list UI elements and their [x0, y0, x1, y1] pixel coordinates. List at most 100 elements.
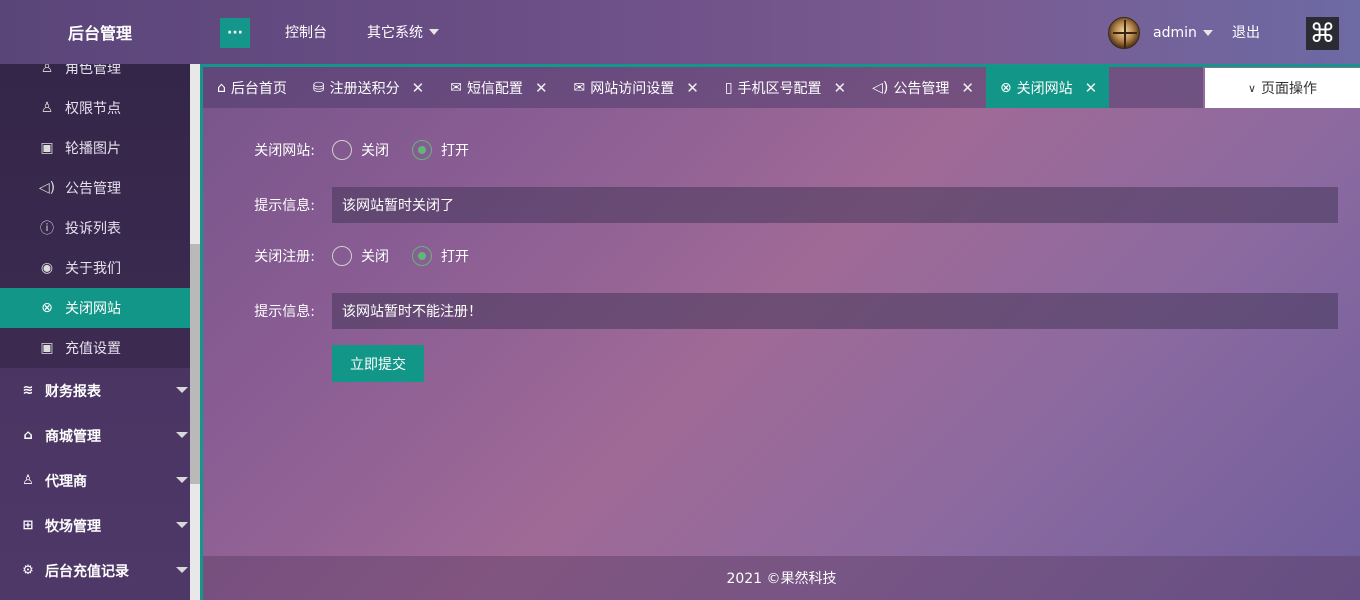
sidebar-group[interactable]: ⚙ 后台充值记录 — [0, 548, 190, 593]
radio-circle[interactable] — [332, 246, 352, 266]
sidebar-item-label: 充值设置 — [65, 341, 121, 357]
tab[interactable]: ⊗ 关闭网站 ✕ — [985, 67, 1110, 108]
sidebar-item[interactable]: ▣ 充值设置 — [0, 328, 190, 368]
sidebar-item[interactable]: ◉ 关于我们 — [0, 248, 190, 288]
top-header: 后台管理 ··· 控制台 其它系统 admin 退出 ⌘ — [0, 0, 1360, 64]
tab[interactable]: ⛁ 注册送积分 ✕ — [299, 67, 436, 108]
close-icon[interactable]: ✕ — [1085, 79, 1098, 97]
radio-circle-checked[interactable] — [412, 140, 432, 160]
submit-button[interactable]: 立即提交 — [332, 345, 424, 382]
sidebar-item-label: 轮播图片 — [65, 141, 121, 157]
sidebar-item-label: 关于我们 — [65, 261, 121, 277]
sidebar-item[interactable]: ♙ 角色管理 — [0, 64, 190, 88]
close-register-radio-on[interactable]: 打开 — [397, 246, 469, 266]
tab-bar: ⌂ 后台首页 ⛁ 注册送积分 ✕ ✉ 短信配置 ✕ ✉ 网站访问设置 ✕ ▯ 手机区号配置 ✕ ◁) 公告管理… — [203, 67, 1203, 108]
command-icon[interactable]: ⌘ — [1306, 17, 1339, 50]
site-message-label: 提示信息: — [254, 198, 315, 214]
close-register-label: 关闭注册: — [254, 249, 315, 265]
sidebar-scrollbar-thumb[interactable] — [190, 244, 200, 484]
radio-circle[interactable] — [332, 140, 352, 160]
sidebar-item[interactable]: ▣ 轮播图片 — [0, 128, 190, 168]
tab[interactable]: ✉ 短信配置 ✕ — [436, 67, 559, 108]
sidebar-group-label: 代理商 — [45, 473, 87, 490]
tab-label: 关闭网站 — [1016, 80, 1073, 97]
app-logo[interactable]: 后台管理 — [0, 0, 200, 64]
tab-label: 注册送积分 — [329, 80, 400, 97]
close-icon[interactable]: ✕ — [412, 79, 425, 97]
chevron-down-icon — [1202, 30, 1213, 36]
page-operations-button[interactable]: ∨ 页面操作 — [1205, 68, 1360, 108]
user-icon: ♙ — [22, 473, 34, 488]
chevron-down-icon — [176, 432, 188, 438]
close-icon[interactable]: ✕ — [686, 79, 699, 97]
radio-label: 打开 — [441, 249, 469, 265]
gift-icon: ⊞ — [22, 518, 34, 533]
close-register-row: 关闭注册: 关闭 打开 — [203, 246, 493, 266]
tab-label: 短信配置 — [466, 80, 523, 97]
sidebar-group[interactable]: ♙ 代理商 — [0, 458, 190, 503]
tab[interactable]: ⌂ 后台首页 — [203, 67, 299, 108]
close-icon[interactable]: ✕ — [535, 79, 548, 97]
register-message-label: 提示信息: — [254, 304, 315, 320]
chevron-down-icon — [176, 387, 188, 393]
sidebar-group[interactable]: ≋ 财务报表 — [0, 368, 190, 413]
register-message-input[interactable]: 该网站暂时不能注册！ — [332, 293, 1338, 329]
phone-icon: ▯ — [724, 79, 733, 96]
sidebar-item[interactable]: ⓘ 投诉列表 — [0, 208, 190, 248]
close-site-row: 关闭网站: 关闭 打开 — [203, 140, 493, 160]
footer: 2021 ©果然科技 — [203, 556, 1360, 600]
nav-other-systems-menu[interactable]: 其它系统 — [367, 0, 439, 64]
sidebar: ♙ 角色管理 ♙ 权限节点 ▣ 轮播图片 ◁) 公告管理 ⓘ 投诉列表 ◉ 关于我们 ⊗ 关闭网站 ▣ 充值设… — [0, 64, 200, 600]
chevron-down-icon: ∨ — [1247, 81, 1257, 95]
sidebar-item-label: 关闭网站 — [65, 301, 121, 317]
mail-icon: ✉ — [573, 79, 586, 96]
radio-label: 打开 — [441, 143, 469, 159]
avatar — [1108, 17, 1140, 49]
close-site-label: 关闭网站: — [254, 143, 315, 159]
close-icon[interactable]: ✕ — [834, 79, 847, 97]
chevron-down-icon — [176, 477, 188, 483]
menu-toggle-button[interactable]: ··· — [220, 18, 250, 48]
speaker-icon: ◁) — [38, 180, 56, 196]
sidebar-item-label: 投诉列表 — [65, 221, 121, 237]
sidebar-item[interactable]: ⊗ 关闭网站 — [0, 288, 190, 328]
sidebar-group[interactable]: ⌂ 商城管理 — [0, 413, 190, 458]
sidebar-group-label: 后台充值记录 — [45, 563, 129, 580]
tab-label: 公告管理 — [893, 80, 950, 97]
sidebar-item[interactable]: ♙ 权限节点 — [0, 88, 190, 128]
chart-icon: ≋ — [22, 383, 34, 398]
logout-link[interactable]: 退出 — [1232, 0, 1260, 64]
radio-label: 关闭 — [361, 249, 389, 265]
radio-label: 关闭 — [361, 143, 389, 159]
site-message-input[interactable]: 该网站暂时关闭了 — [332, 187, 1338, 223]
close-site-radio-off[interactable]: 关闭 — [317, 140, 389, 160]
nav-other-systems-label: 其它系统 — [367, 25, 423, 41]
user-circle-icon: ◉ — [40, 260, 54, 276]
gear-icon: ⚙ — [22, 563, 34, 578]
sidebar-item[interactable]: ◁) 公告管理 — [0, 168, 190, 208]
tab[interactable]: ▯ 手机区号配置 ✕ — [711, 67, 858, 108]
close-site-radio-on[interactable]: 打开 — [397, 140, 469, 160]
image-icon: ▣ — [40, 340, 54, 356]
chevron-down-icon — [176, 522, 188, 528]
sidebar-item-label: 公告管理 — [65, 181, 121, 197]
sidebar-item-label: 权限节点 — [65, 101, 121, 117]
close-icon[interactable]: ✕ — [961, 79, 974, 97]
image-icon: ▣ — [40, 140, 54, 156]
user-menu[interactable]: admin — [1108, 16, 1213, 50]
alert-icon: ⓘ — [40, 221, 54, 237]
user-icon: ♙ — [40, 100, 54, 116]
speaker-icon: ◁) — [872, 79, 889, 96]
sidebar-group[interactable]: ⊞ 牧场管理 — [0, 503, 190, 548]
home-icon: ⌂ — [217, 79, 226, 96]
radio-circle-checked[interactable] — [412, 246, 432, 266]
mail-icon: ✉ — [450, 79, 462, 96]
chevron-down-icon — [429, 29, 439, 35]
shop-icon: ⌂ — [23, 428, 33, 443]
tab[interactable]: ◁) 公告管理 ✕ — [858, 67, 986, 108]
nav-console-label: 控制台 — [285, 25, 327, 41]
tab-label: 网站访问设置 — [590, 80, 675, 97]
nav-console-link[interactable]: 控制台 — [285, 0, 327, 64]
close-register-radio-off[interactable]: 关闭 — [317, 246, 389, 266]
tab[interactable]: ✉ 网站访问设置 ✕ — [560, 67, 711, 108]
